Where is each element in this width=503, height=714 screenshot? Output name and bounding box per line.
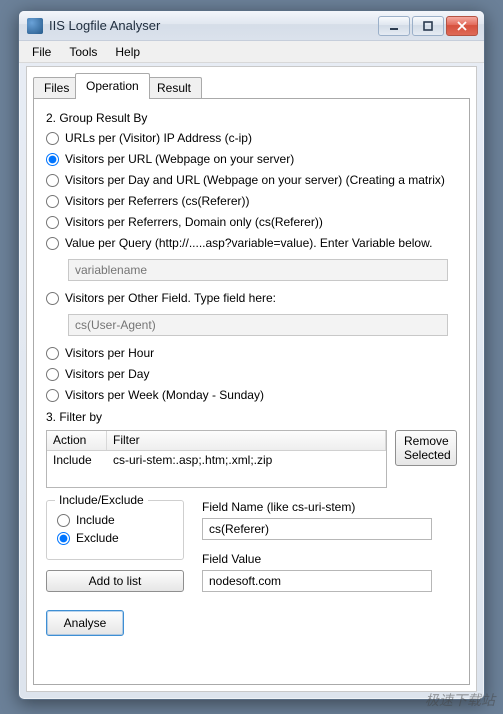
group-radio-5[interactable]	[46, 237, 59, 250]
group-label-6: Visitors per Other Field. Type field her…	[65, 291, 276, 305]
ie-legend: Include/Exclude	[55, 493, 148, 507]
field-value-input[interactable]	[202, 570, 432, 592]
group-radio-2[interactable]	[46, 174, 59, 187]
group-label-3: Visitors per Referrers (cs(Referer))	[65, 194, 249, 208]
exclude-radio[interactable]	[57, 532, 70, 545]
group-opt-9[interactable]: Visitors per Week (Monday - Sunday)	[46, 388, 457, 402]
field-name-label: Field Name (like cs-uri-stem)	[202, 500, 457, 514]
variable-input[interactable]	[68, 259, 448, 281]
tab-body-operation: 2. Group Result By URLs per (Visitor) IP…	[33, 98, 470, 685]
minimize-button[interactable]	[378, 16, 410, 36]
group-heading: 2. Group Result By	[46, 111, 457, 125]
group-opt-7[interactable]: Visitors per Hour	[46, 346, 457, 360]
group-radio-9[interactable]	[46, 389, 59, 402]
group-radio-1[interactable]	[46, 153, 59, 166]
field-value-label: Field Value	[202, 552, 457, 566]
group-label-2: Visitors per Day and URL (Webpage on you…	[65, 173, 445, 187]
group-opt-6[interactable]: Visitors per Other Field. Type field her…	[46, 291, 457, 305]
include-radio[interactable]	[57, 514, 70, 527]
titlebar[interactable]: IIS Logfile Analyser	[19, 11, 484, 41]
menu-tools[interactable]: Tools	[60, 43, 106, 61]
field-name-input[interactable]	[202, 518, 432, 540]
group-opt-1[interactable]: Visitors per URL (Webpage on your server…	[46, 152, 457, 166]
group-opt-0[interactable]: URLs per (Visitor) IP Address (c-ip)	[46, 131, 457, 145]
exclude-label: Exclude	[76, 531, 119, 545]
group-opt-2[interactable]: Visitors per Day and URL (Webpage on you…	[46, 173, 457, 187]
analyse-button[interactable]: Analyse	[46, 610, 124, 636]
add-to-list-button[interactable]: Add to list	[46, 570, 184, 592]
group-radio-4[interactable]	[46, 216, 59, 229]
window-controls	[376, 16, 478, 36]
remove-selected-button[interactable]: Remove Selected	[395, 430, 457, 466]
tab-operation[interactable]: Operation	[75, 73, 150, 99]
filter-col-filter[interactable]: Filter	[107, 431, 386, 450]
right-fields: Field Name (like cs-uri-stem) Field Valu…	[202, 500, 457, 592]
row-action: Include	[47, 451, 107, 469]
maximize-button[interactable]	[412, 16, 444, 36]
menu-file[interactable]: File	[23, 43, 60, 61]
group-opt-8[interactable]: Visitors per Day	[46, 367, 457, 381]
group-radio-0[interactable]	[46, 132, 59, 145]
close-button[interactable]	[446, 16, 478, 36]
group-label-0: URLs per (Visitor) IP Address (c-ip)	[65, 131, 252, 145]
otherfield-input[interactable]	[68, 314, 448, 336]
group-label-9: Visitors per Week (Monday - Sunday)	[65, 388, 264, 402]
client-area: Files Operation Result 2. Group Result B…	[26, 66, 477, 692]
exclude-option[interactable]: Exclude	[57, 531, 173, 545]
group-opt-3[interactable]: Visitors per Referrers (cs(Referer))	[46, 194, 457, 208]
group-radio-6[interactable]	[46, 292, 59, 305]
filter-table-header: Action Filter	[47, 431, 386, 451]
group-label-5: Value per Query (http://.....asp?variabl…	[65, 236, 432, 250]
include-option[interactable]: Include	[57, 513, 173, 527]
left-col: Include/Exclude Include Exclude Add to l…	[46, 500, 184, 592]
window-title: IIS Logfile Analyser	[49, 18, 376, 33]
row-filter: cs-uri-stem:.asp;.htm;.xml;.zip	[107, 451, 386, 469]
menu-help[interactable]: Help	[106, 43, 149, 61]
group-radio-7[interactable]	[46, 347, 59, 360]
group-label-1: Visitors per URL (Webpage on your server…	[65, 152, 294, 166]
include-exclude-box: Include/Exclude Include Exclude	[46, 500, 184, 560]
group-label-8: Visitors per Day	[65, 367, 149, 381]
filter-group: Action Filter Include cs-uri-stem:.asp;.…	[46, 430, 457, 488]
group-label-7: Visitors per Hour	[65, 346, 154, 360]
filter-col-action[interactable]: Action	[47, 431, 107, 450]
app-icon	[27, 18, 43, 34]
tabstrip: Files Operation Result	[33, 73, 470, 99]
group-radio-3[interactable]	[46, 195, 59, 208]
group-opt-4[interactable]: Visitors per Referrers, Domain only (cs(…	[46, 215, 457, 229]
include-label: Include	[76, 513, 115, 527]
app-window: IIS Logfile Analyser File Tools Help Fil…	[18, 10, 485, 700]
group-radio-8[interactable]	[46, 368, 59, 381]
tab-result[interactable]: Result	[146, 77, 202, 99]
group-label-4: Visitors per Referrers, Domain only (cs(…	[65, 215, 323, 229]
lower-row: Include/Exclude Include Exclude Add to l…	[46, 500, 457, 592]
filter-heading: 3. Filter by	[46, 410, 457, 424]
group-opt-5[interactable]: Value per Query (http://.....asp?variabl…	[46, 236, 457, 250]
filter-table[interactable]: Action Filter Include cs-uri-stem:.asp;.…	[46, 430, 387, 488]
menubar: File Tools Help	[19, 41, 484, 63]
tab-files[interactable]: Files	[33, 77, 80, 99]
table-row[interactable]: Include cs-uri-stem:.asp;.htm;.xml;.zip	[47, 451, 386, 469]
